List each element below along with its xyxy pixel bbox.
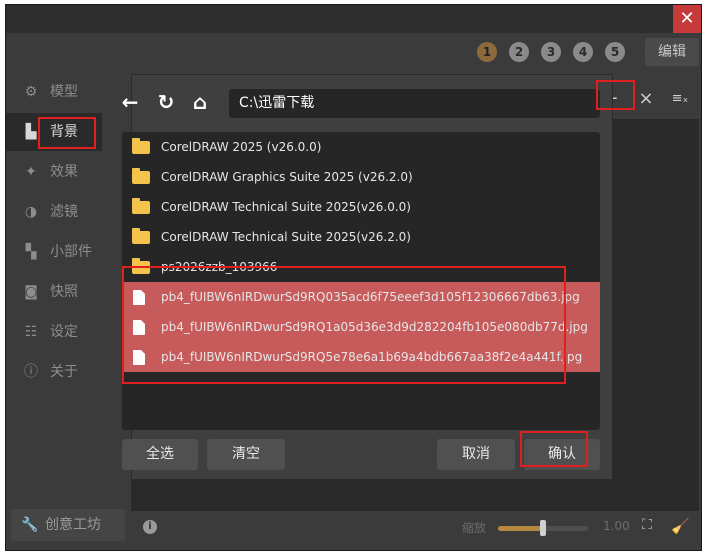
folder-icon — [132, 198, 150, 214]
folder-icon — [132, 228, 150, 244]
list-item[interactable]: CorelDRAW Technical Suite 2025(v26.0.0) — [122, 192, 600, 222]
info-icon[interactable]: i — [143, 520, 157, 534]
fit-screen-icon[interactable]: ⛶ — [639, 517, 655, 533]
sidebar-item-label: 设定 — [50, 324, 78, 340]
sidebar-item-label: 快照 — [50, 284, 78, 300]
step-3[interactable]: 3 — [541, 42, 561, 62]
zoom-slider-fill — [498, 526, 543, 531]
sidebar-item-model[interactable]: ⚙ 模型 — [6, 73, 102, 111]
list-item[interactable]: CorelDRAW Technical Suite 2025(v26.2.0) — [122, 222, 600, 252]
cancel-button[interactable]: 取消 — [437, 439, 515, 470]
settings-sliders-icon: ☷ — [24, 324, 38, 340]
clear-selection-button[interactable]: 清空 — [207, 439, 285, 470]
creative-workshop-label: 创意工坊 — [45, 517, 101, 533]
sidebar-item-label: 效果 — [50, 164, 78, 180]
file-name: ps2026zzb_103966 — [161, 260, 278, 274]
folder-icon — [132, 138, 150, 154]
file-name: pb4_fUIBW6nIRDwurSd9RQ1a05d36e3d9d282204… — [161, 320, 588, 334]
file-name: pb4_fUIBW6nIRDwurSd9RQ035acd6f75eeef3d10… — [161, 290, 580, 304]
folder-icon — [132, 168, 150, 184]
sidebar: ⚙ 模型 ▙ 背景 ✦ 效果 ◑ 滤镜 ▚ 小部件 ◙ 快照 ☷ 设定 ⓘ 关于 — [6, 73, 102, 405]
sidebar-item-label: 背景 — [50, 124, 78, 140]
path-input[interactable]: C:\迅雷下载 — [229, 89, 600, 118]
creative-workshop-button[interactable]: 🔧 创意工坊 — [11, 509, 125, 541]
file-list: CorelDRAW 2025 (v26.0.0) CorelDRAW Graph… — [122, 132, 600, 430]
file-icon — [133, 290, 145, 305]
sidebar-item-label: 小部件 — [50, 244, 92, 260]
zoom-value: 1.00 — [603, 519, 630, 533]
confirm-button[interactable]: 确认 — [524, 439, 600, 470]
list-item[interactable]: pb4_fUIBW6nIRDwurSd9RQ035acd6f75eeef3d10… — [122, 282, 600, 312]
file-icon — [133, 350, 145, 365]
list-item[interactable]: pb4_fUIBW6nIRDwurSd9RQ1a05d36e3d9d282204… — [122, 312, 600, 342]
clear-list-button[interactable]: ≡ₓ — [666, 85, 694, 113]
widget-icon: ▚ — [25, 244, 37, 260]
filter-icon: ◑ — [24, 204, 38, 220]
app-window: ✕ 1 2 3 4 5 编辑 ⚙ 模型 ▙ 背景 ✦ 效果 ◑ 滤镜 ▚ 小部件… — [5, 4, 702, 551]
refresh-icon[interactable]: ↻ — [154, 90, 178, 114]
file-picker-dialog: ← ↻ ⌂ C:\迅雷下载 CorelDRAW 2025 (v26.0.0) C… — [122, 75, 612, 479]
title-bar: ✕ — [6, 5, 701, 33]
back-arrow-icon[interactable]: ← — [118, 90, 142, 114]
sidebar-item-snapshot[interactable]: ◙ 快照 — [6, 273, 102, 311]
file-name: CorelDRAW Technical Suite 2025(v26.0.0) — [161, 200, 411, 214]
file-name: pb4_fUIBW6nIRDwurSd9RQ5e78e6a1b69a4bdb66… — [161, 350, 583, 364]
list-item[interactable]: pb4_fUIBW6nIRDwurSd9RQ5e78e6a1b69a4bdb66… — [122, 342, 600, 372]
folder-icon — [132, 258, 150, 274]
background-icon: ▙ — [25, 124, 37, 140]
home-icon[interactable]: ⌂ — [188, 90, 212, 114]
sidebar-item-label: 关于 — [50, 364, 78, 380]
sidebar-item-effects[interactable]: ✦ 效果 — [6, 153, 102, 191]
sparkle-icon: ✦ — [25, 164, 37, 180]
model-icon: ⚙ — [24, 84, 38, 100]
edit-button[interactable]: 编辑 — [645, 38, 699, 66]
list-item[interactable]: CorelDRAW 2025 (v26.0.0) — [122, 132, 600, 162]
sidebar-item-settings[interactable]: ☷ 设定 — [6, 313, 102, 351]
list-item[interactable]: ps2026zzb_103966 — [122, 252, 600, 282]
remove-button[interactable]: × — [632, 85, 660, 113]
zoom-slider-thumb[interactable] — [540, 520, 546, 536]
step-2[interactable]: 2 — [509, 42, 529, 62]
zoom-label: 缩放 — [462, 521, 487, 535]
wrench-icon: 🔧 — [21, 517, 39, 533]
file-name: CorelDRAW Technical Suite 2025(v26.2.0) — [161, 230, 411, 244]
sidebar-item-about[interactable]: ⓘ 关于 — [6, 353, 102, 391]
zoom-slider[interactable] — [498, 520, 588, 536]
select-all-button[interactable]: 全选 — [122, 439, 198, 470]
sidebar-item-background[interactable]: ▙ 背景 — [6, 113, 102, 151]
step-5[interactable]: 5 — [605, 42, 625, 62]
file-name: CorelDRAW Graphics Suite 2025 (v26.2.0) — [161, 170, 413, 184]
sidebar-item-filters[interactable]: ◑ 滤镜 — [6, 193, 102, 231]
step-1[interactable]: 1 — [477, 42, 497, 62]
list-item[interactable]: CorelDRAW Graphics Suite 2025 (v26.2.0) — [122, 162, 600, 192]
camera-icon: ◙ — [24, 284, 38, 300]
sidebar-item-label: 模型 — [50, 84, 78, 100]
info-icon: ⓘ — [24, 364, 38, 380]
brush-icon[interactable]: 🧹 — [671, 517, 690, 535]
close-button[interactable]: ✕ — [673, 5, 701, 33]
sidebar-item-label: 滤镜 — [50, 204, 78, 220]
file-icon — [133, 320, 145, 335]
file-name: CorelDRAW 2025 (v26.0.0) — [161, 140, 322, 154]
sidebar-item-widgets[interactable]: ▚ 小部件 — [6, 233, 102, 271]
step-4[interactable]: 4 — [573, 42, 593, 62]
